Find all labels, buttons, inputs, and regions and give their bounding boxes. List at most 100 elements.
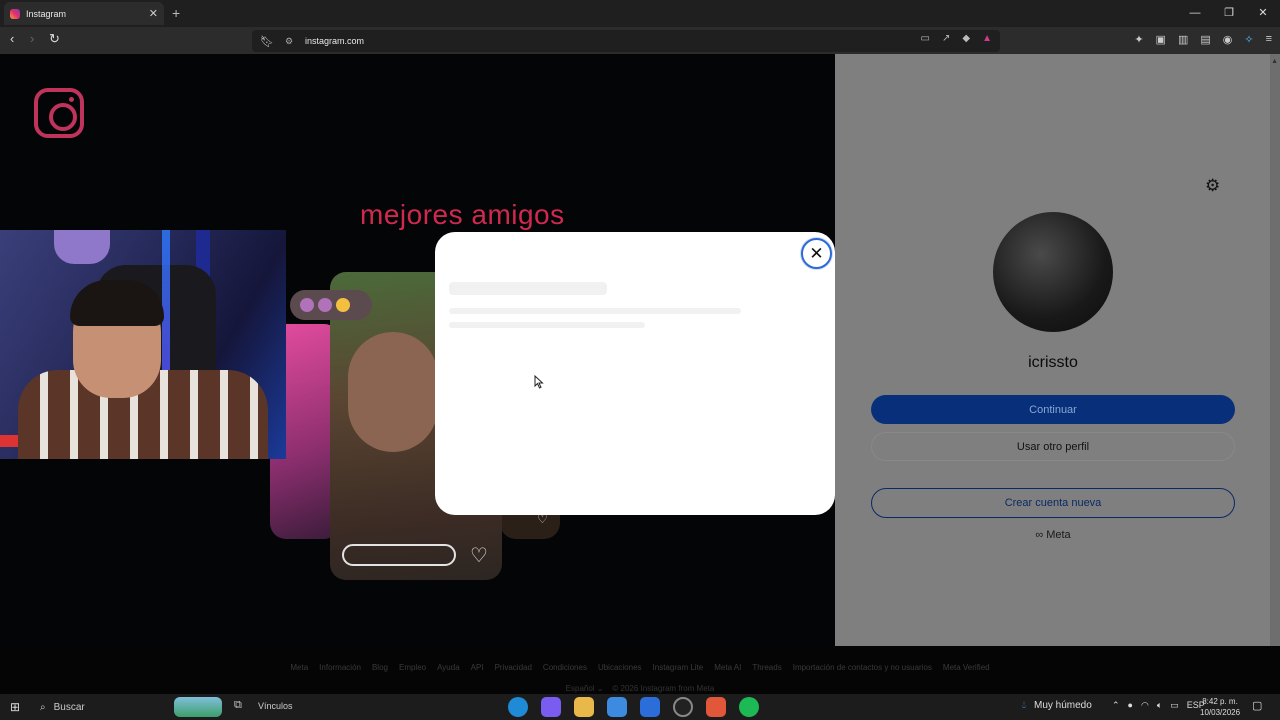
footer-link[interactable]: Instagram Lite bbox=[653, 663, 704, 672]
footer-link[interactable]: Importación de contactos y no usuarios bbox=[793, 663, 932, 672]
language-selector[interactable]: Español ⌄ bbox=[566, 684, 604, 693]
weather-widget[interactable]: 💧︎ Muy húmedo bbox=[1022, 700, 1092, 711]
file-explorer-icon[interactable] bbox=[574, 697, 594, 717]
store-icon[interactable] bbox=[607, 697, 627, 717]
clock-time: 8:42 p. m. bbox=[1202, 697, 1238, 706]
forward-icon[interactable]: › bbox=[30, 31, 34, 46]
pinned-apps bbox=[508, 697, 759, 717]
page-content: mejores amigos ♡ ♡ ⚙ icrissto Continuar … bbox=[0, 54, 1280, 694]
copilot-icon[interactable] bbox=[541, 697, 561, 717]
reaction-bubble bbox=[290, 290, 372, 320]
page-scrollbar[interactable]: ▲ bbox=[1270, 54, 1280, 646]
tab-instagram[interactable]: Instagram ✕ bbox=[4, 2, 164, 25]
task-view-icon[interactable]: ⧉ bbox=[234, 699, 242, 712]
ai-icon[interactable]: ✧ bbox=[1244, 33, 1253, 46]
menu-icon[interactable]: ≡ bbox=[1266, 33, 1272, 46]
profile-username: icrissto bbox=[1028, 354, 1078, 371]
browser-toolbar: ‹ › ↻ 🔖︎ ⚙︎ instagram.com ▭ ↗ ◆ ▲ ✦ ▣ ▥ … bbox=[0, 27, 1280, 54]
battery-icon[interactable]: ▭ bbox=[1170, 700, 1179, 711]
screenshot-icon[interactable]: ▣ bbox=[1156, 33, 1166, 46]
footer-link[interactable]: API bbox=[471, 663, 484, 672]
weather-label: Muy húmedo bbox=[1034, 700, 1092, 711]
footer-link[interactable]: Meta AI bbox=[714, 663, 741, 672]
copyright-text: © 2026 Instagram from Meta bbox=[612, 684, 715, 693]
footer-link[interactable]: Condiciones bbox=[543, 663, 587, 672]
windows-start-icon[interactable]: ⊞ bbox=[10, 700, 20, 714]
extensions-icon[interactable]: ✦ bbox=[1134, 33, 1143, 46]
settings-gear-icon[interactable]: ⚙ bbox=[1205, 176, 1220, 196]
instagram-logo-icon[interactable] bbox=[34, 88, 84, 138]
instagram-favicon-icon bbox=[10, 8, 20, 19]
footer-link[interactable]: Meta Verified bbox=[943, 663, 990, 672]
notifications-icon[interactable]: ▢ bbox=[1252, 699, 1262, 712]
avatar[interactable] bbox=[993, 212, 1113, 332]
wallet-icon[interactable]: ▤ bbox=[1200, 33, 1210, 46]
windows-taskbar: ⊞ ⌕ Buscar ⧉ Vínculos 💧︎ Muy húmedo ⌃ ● … bbox=[0, 694, 1280, 720]
url-text[interactable]: instagram.com bbox=[305, 36, 364, 46]
share-icon[interactable]: ↗ bbox=[942, 33, 950, 44]
use-other-profile-button[interactable]: Usar otro perfil bbox=[871, 432, 1235, 461]
shield-icon[interactable]: ◆ bbox=[962, 33, 970, 44]
vinculos-label[interactable]: Vínculos bbox=[258, 701, 293, 711]
skeleton-line bbox=[449, 308, 741, 314]
footer-link[interactable]: Ubicaciones bbox=[598, 663, 642, 672]
brave-icon[interactable] bbox=[706, 697, 726, 717]
account-panel: ⚙ icrissto Continuar Usar otro perfil Cr… bbox=[835, 54, 1280, 646]
footer-link[interactable]: Ayuda bbox=[437, 663, 460, 672]
tray-chevron-icon[interactable]: ⌃ bbox=[1112, 700, 1120, 711]
search-icon: ⌕ bbox=[40, 701, 46, 713]
address-bar-actions: ▭ ↗ ◆ ▲ bbox=[921, 33, 992, 44]
tab-title: Instagram bbox=[26, 8, 67, 19]
spotify-icon[interactable] bbox=[739, 697, 759, 717]
showcase-headline: mejores amigos bbox=[360, 199, 565, 230]
bookmark-icon[interactable]: 🔖︎ bbox=[260, 35, 274, 48]
tab-close-icon[interactable]: ✕ bbox=[149, 7, 158, 20]
rewards-icon[interactable]: ▲ bbox=[982, 33, 992, 44]
mail-icon[interactable] bbox=[640, 697, 660, 717]
footer-links: Meta Información Blog Empleo Ayuda API P… bbox=[0, 663, 1280, 672]
humidity-icon: 💧︎ bbox=[1022, 700, 1026, 711]
reload-icon[interactable]: ↻ bbox=[49, 31, 60, 47]
address-bar[interactable]: 🔖︎ ⚙︎ instagram.com ▭ ↗ ◆ ▲ bbox=[252, 30, 1000, 52]
cast-icon[interactable]: ▭ bbox=[921, 33, 930, 44]
taskbar-clock[interactable]: 8:42 p. m. 10/03/2026 bbox=[1200, 696, 1240, 718]
wifi-icon[interactable]: ◠ bbox=[1141, 700, 1149, 711]
maximize-button[interactable]: ❐ bbox=[1212, 0, 1246, 27]
footer-meta: Español ⌄ © 2026 Instagram from Meta bbox=[0, 684, 1280, 693]
search-label: Buscar bbox=[53, 701, 85, 713]
skeleton-title bbox=[449, 282, 607, 295]
footer-link[interactable]: Empleo bbox=[399, 663, 426, 672]
continue-button[interactable]: Continuar bbox=[871, 395, 1235, 424]
footer-link[interactable]: Información bbox=[319, 663, 361, 672]
minimize-button[interactable]: — bbox=[1178, 0, 1212, 27]
vpn-icon[interactable]: ◉ bbox=[1223, 33, 1233, 46]
webcam-overlay bbox=[0, 230, 286, 459]
clock-date: 10/03/2026 bbox=[1200, 708, 1241, 717]
window-controls: — ❐ ✕ bbox=[1178, 0, 1280, 27]
skeleton-line bbox=[449, 322, 645, 328]
scroll-up-icon[interactable]: ▲ bbox=[1271, 58, 1278, 65]
search-highlight-image[interactable] bbox=[174, 697, 222, 717]
footer-link[interactable]: Meta bbox=[290, 663, 308, 672]
close-window-button[interactable]: ✕ bbox=[1246, 0, 1280, 27]
edge-icon[interactable] bbox=[508, 697, 528, 717]
system-tray: ⌃ ● ◠ 🔈︎ ▭ ESP bbox=[1112, 700, 1205, 711]
browser-tab-strip: Instagram ✕ + — ❐ ✕ bbox=[0, 0, 1280, 27]
showcase-photo bbox=[348, 332, 438, 452]
back-icon[interactable]: ‹ bbox=[10, 31, 14, 46]
new-tab-button[interactable]: + bbox=[172, 5, 180, 21]
modal-close-button[interactable]: ✕ bbox=[801, 238, 832, 269]
footer-link[interactable]: Blog bbox=[372, 663, 388, 672]
footer-link[interactable]: Threads bbox=[752, 663, 781, 672]
instagram-footer: Meta Información Blog Empleo Ayuda API P… bbox=[0, 646, 1280, 694]
message-pill bbox=[342, 544, 456, 566]
tray-app-icon[interactable]: ● bbox=[1128, 700, 1133, 711]
create-account-button[interactable]: Crear cuenta nueva bbox=[871, 488, 1235, 518]
sidebar-icon[interactable]: ▥ bbox=[1178, 33, 1188, 46]
app-icon[interactable] bbox=[673, 697, 693, 717]
loading-modal bbox=[435, 232, 835, 515]
heart-icon: ♡ bbox=[470, 545, 488, 567]
volume-icon[interactable]: 🔈︎ bbox=[1157, 700, 1162, 711]
site-info-icon[interactable]: ⚙︎ bbox=[285, 36, 293, 47]
footer-link[interactable]: Privacidad bbox=[495, 663, 532, 672]
